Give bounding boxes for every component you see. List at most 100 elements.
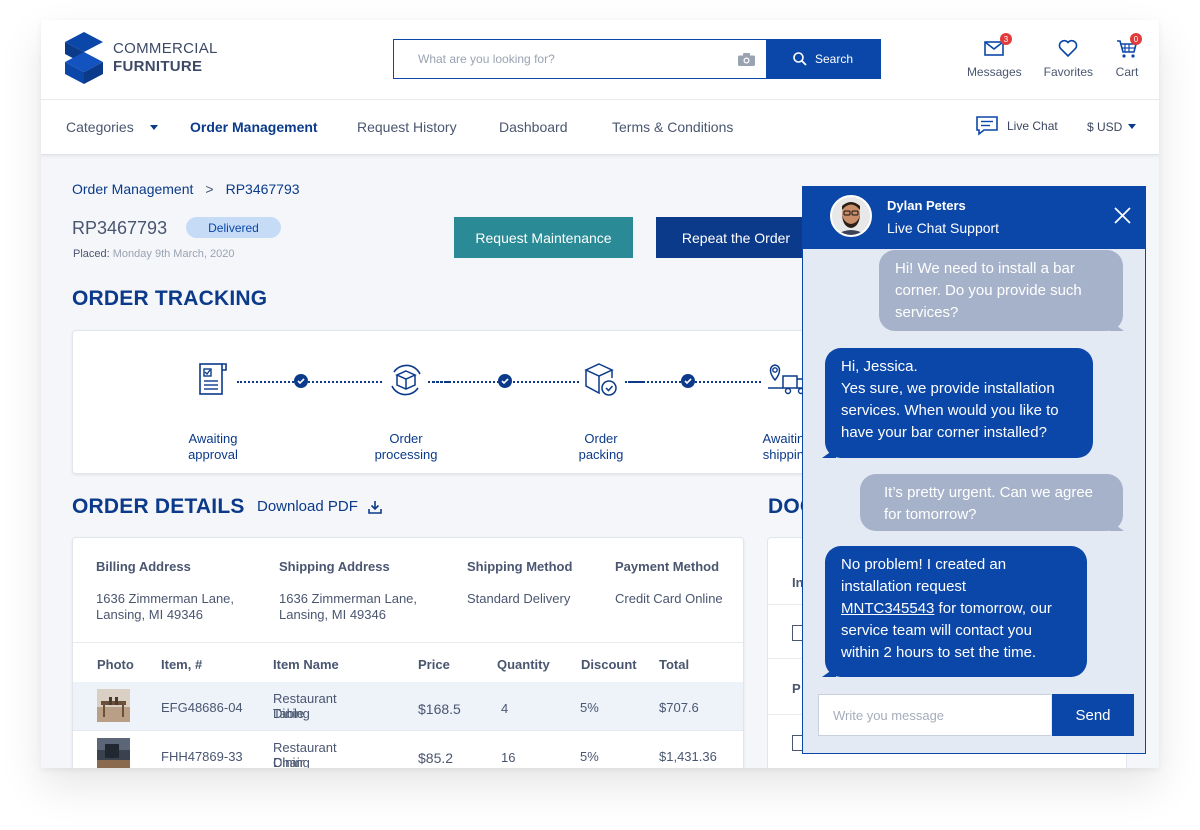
bubble-tail <box>1110 521 1124 531</box>
messages-button[interactable]: 3 Messages <box>967 33 1022 79</box>
bubble-tail <box>822 667 836 677</box>
placed-value: Monday 9th March, 2020 <box>112 248 235 260</box>
message-line: within 2 hours to set the time. <box>841 644 1037 661</box>
step-label-line1: Order <box>389 431 423 446</box>
cell-total: $707.6 <box>659 700 699 715</box>
shipping-heading: Shipping Address <box>279 559 390 574</box>
nav-order-management[interactable]: Order Management <box>190 119 318 135</box>
billing-line2: Lansing, MI 49346 <box>96 607 203 622</box>
message-line: Hi, Jessica. <box>841 358 918 375</box>
shipping-line1: 1636 Zimmerman Lane, <box>279 591 418 606</box>
brand-line1: COMMERCIAL <box>113 40 218 57</box>
breadcrumb: Order Management > RP3467793 <box>72 181 300 197</box>
shipping-method-heading: Shipping Method <box>467 559 573 574</box>
billing-line1: 1636 Zimmerman Lane, <box>96 591 235 606</box>
tracking-step-packing: Order packing <box>531 359 671 463</box>
chevron-down-icon <box>149 124 158 130</box>
search-button[interactable]: Search <box>766 40 880 78</box>
brand-line2: FURNITURE <box>113 58 203 75</box>
message-line: No problem! I created an <box>841 556 1007 573</box>
chat-bubble-icon <box>976 116 998 136</box>
cell-discount: 5% <box>580 700 599 715</box>
col-price: Price <box>418 657 450 672</box>
col-name: Item Name <box>273 657 339 672</box>
billing-heading: Billing Address <box>96 559 191 574</box>
download-pdf-label: Download PDF <box>257 498 358 515</box>
favorites-button[interactable]: Favorites <box>1044 36 1093 79</box>
nav-request-history[interactable]: Request History <box>357 119 457 135</box>
placed-label: Placed: <box>73 248 110 260</box>
order-id: RP3467793 <box>72 218 168 238</box>
chat-message-agent: Hi, Jessica. Yes sure, we provide instal… <box>825 348 1093 458</box>
shipping-address: 1636 Zimmerman Lane, Lansing, MI 49346 <box>279 591 417 623</box>
main-nav: Categories Order Management Request Hist… <box>41 100 1159 155</box>
agent-name: Dylan Peters <box>887 198 966 213</box>
col-quantity: Quantity <box>497 657 550 672</box>
send-button[interactable]: Send <box>1052 694 1134 736</box>
camera-search-button[interactable] <box>726 40 766 78</box>
product-thumbnail <box>97 689 130 722</box>
cart-button[interactable]: 0 Cart <box>1115 33 1142 79</box>
repeat-order-button[interactable]: Repeat the Order <box>656 217 816 258</box>
table-thumbnail-image <box>97 689 130 722</box>
check-icon <box>681 374 695 388</box>
cell-name-line2: Table <box>273 706 305 721</box>
message-line: Yes sure, we provide installation <box>841 380 1055 397</box>
document-check-icon <box>199 363 227 395</box>
cell-name-line2: Chair <box>273 755 305 768</box>
currency-selector[interactable]: $ USD <box>1087 120 1137 134</box>
breadcrumb-separator: > <box>205 181 214 197</box>
shipping-line2: Lansing, MI 49346 <box>279 607 386 622</box>
search-icon <box>793 52 807 66</box>
brand-logo-icon <box>65 32 103 84</box>
chat-message-input[interactable] <box>818 694 1051 736</box>
message-line: for tomorrow, our <box>934 600 1052 617</box>
nav-categories[interactable]: Categories <box>66 119 158 135</box>
message-line: services. When would you like to <box>841 402 1059 419</box>
message-line: installation request <box>841 578 967 595</box>
table-row[interactable]: FHH47869-33 Restaurant Dining Chair $85.2… <box>73 730 743 768</box>
shipping-method-value: Standard Delivery <box>467 591 571 606</box>
avatar <box>830 195 872 237</box>
cell-price: $168.5 <box>418 701 461 717</box>
chat-message-agent: No problem! I created an installation re… <box>825 546 1087 677</box>
close-icon[interactable] <box>1114 207 1131 224</box>
cell-discount: 5% <box>580 749 599 764</box>
col-photo: Photo <box>97 657 134 672</box>
heart-icon <box>1058 39 1078 58</box>
message-line: for tomorrow? <box>884 506 977 523</box>
cart-badge: 0 <box>1130 33 1142 45</box>
col-discount: Discount <box>581 657 637 672</box>
header: COMMERCIAL FURNITURE Search <box>41 20 1159 100</box>
payment-method-value: Credit Card Online <box>615 591 723 606</box>
chat-header: Dylan Peters Live Chat Support <box>803 187 1145 249</box>
cell-price: $85.2 <box>418 750 454 766</box>
message-line: It’s pretty urgent. Can we agree <box>884 484 1094 501</box>
logo[interactable]: COMMERCIAL FURNITURE <box>65 32 218 84</box>
currency-label: $ USD <box>1087 120 1123 134</box>
chevron-down-icon <box>1128 124 1137 129</box>
nav-terms[interactable]: Terms & Conditions <box>612 119 733 135</box>
cell-total: $1,431.36 <box>659 749 717 764</box>
check-icon <box>498 374 512 388</box>
order-tracking-title: ORDER TRACKING <box>72 287 268 310</box>
download-pdf-link[interactable]: Download PDF <box>257 498 382 515</box>
message-line: Hi! We need to install a bar <box>895 260 1075 277</box>
step-label-line2: packing <box>578 447 624 462</box>
tracking-step-approval: Awaiting approval <box>143 359 283 463</box>
agent-photo <box>832 197 870 235</box>
nav-dashboard[interactable]: Dashboard <box>499 119 568 135</box>
chat-message-user: It’s pretty urgent. Can we agree for tom… <box>860 474 1123 531</box>
search-input[interactable] <box>394 40 726 78</box>
search-bar: Search <box>393 39 881 79</box>
search-button-label: Search <box>814 52 854 66</box>
cell-item: FHH47869-33 <box>161 749 243 764</box>
nav-live-chat[interactable]: Live Chat <box>975 115 1058 137</box>
table-row[interactable]: EFG48686-04 Restaurant Dining Table $168.… <box>73 682 743 730</box>
breadcrumb-parent[interactable]: Order Management <box>72 181 193 197</box>
tracking-step-processing: Order processing <box>336 359 476 463</box>
step-label-line1: Order <box>584 431 618 446</box>
col-total: Total <box>659 657 690 672</box>
request-maintenance-button[interactable]: Request Maintenance <box>454 217 633 258</box>
maintenance-request-link[interactable]: MNTC345543 <box>841 600 934 617</box>
